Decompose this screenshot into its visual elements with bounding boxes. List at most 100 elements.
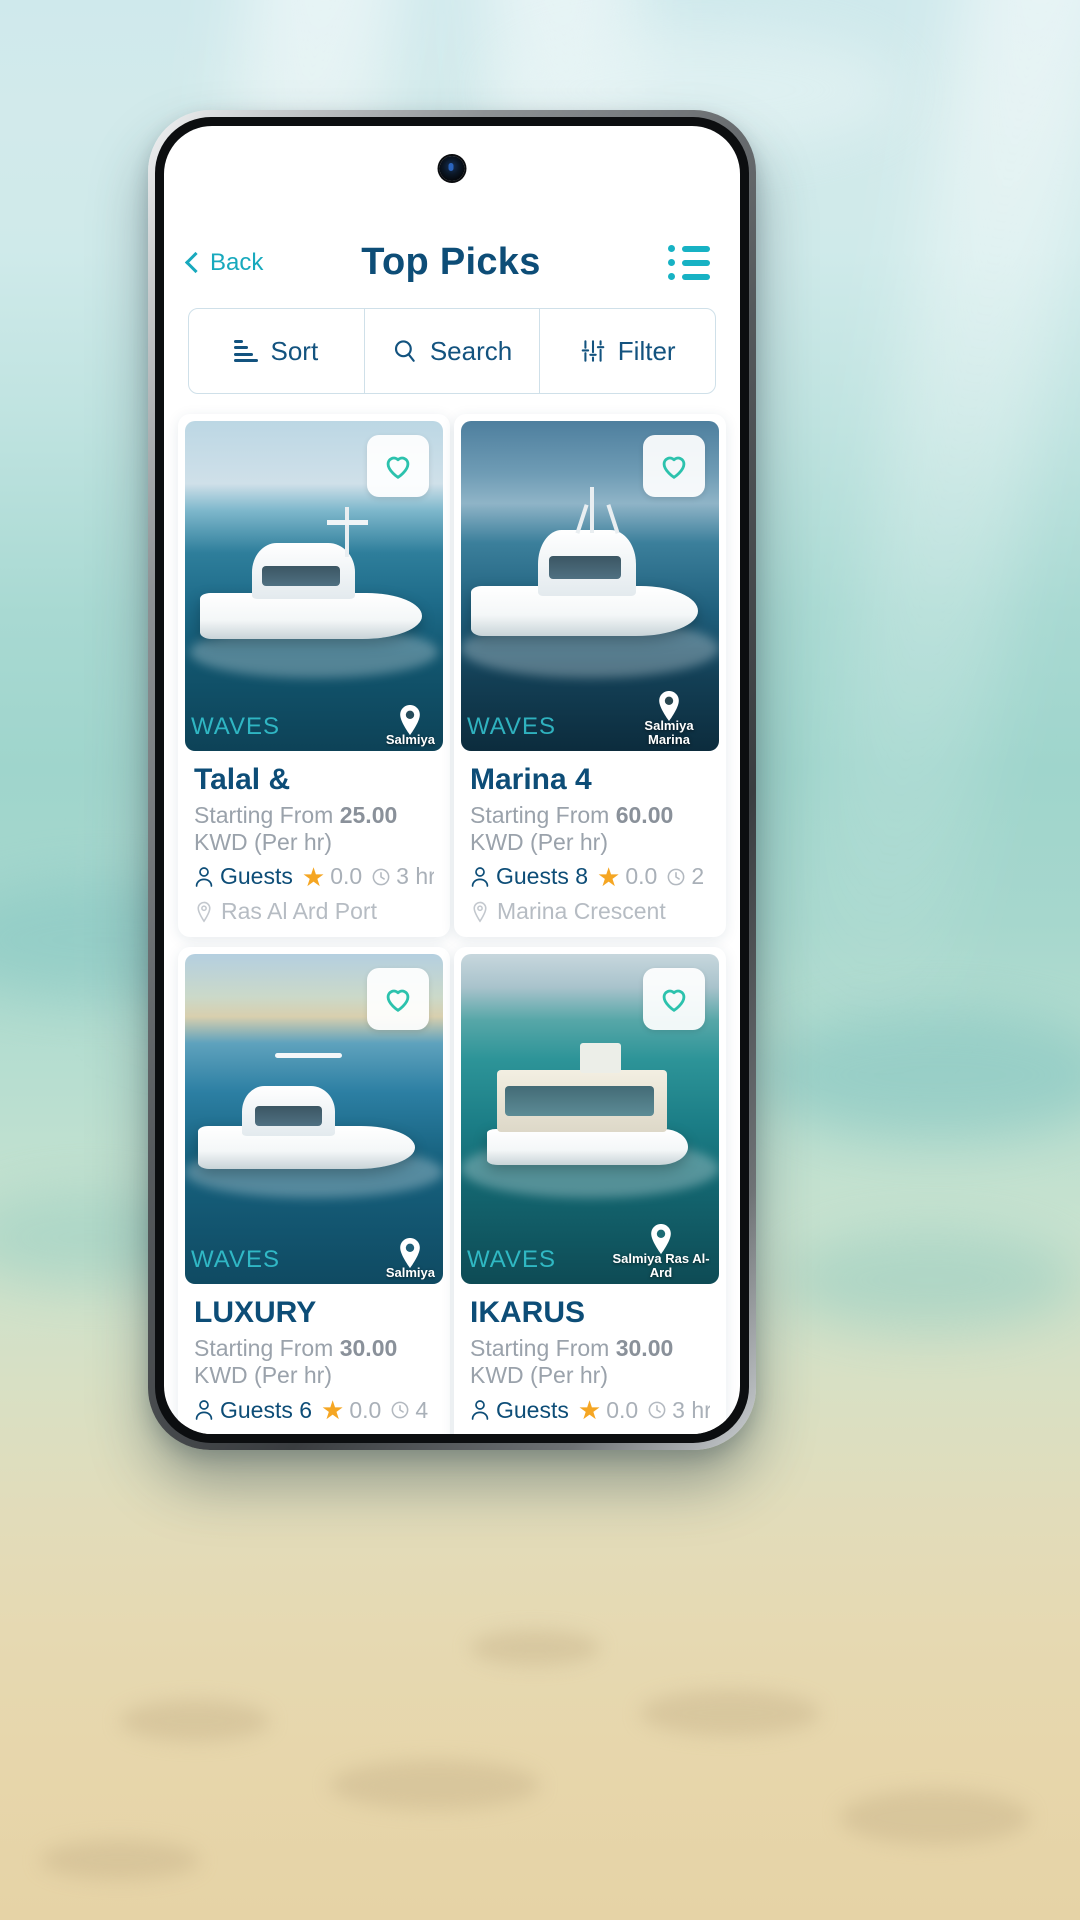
location-pin-icon: [473, 901, 487, 923]
rating-info: ★ 0.0: [321, 1397, 381, 1424]
sand-speck: [40, 1840, 200, 1880]
clock-icon: [648, 1401, 666, 1419]
duration-label: 4 hrs: [415, 1396, 434, 1423]
favorite-button[interactable]: [367, 435, 429, 497]
guests-info: Guests: [194, 863, 293, 890]
water-blob: [780, 1230, 1080, 1330]
rating-info: ★ 0.0: [597, 863, 657, 890]
listing-details: Marina 4 Starting From 60.00 KWD (Per hr…: [461, 751, 719, 925]
back-button[interactable]: Back: [184, 248, 338, 277]
location-label: Ras Al Ard Port: [221, 898, 377, 925]
listing-photo[interactable]: WAVES Salmiya Marina: [461, 421, 719, 751]
listing-card[interactable]: WAVES Salmiya Ras Al-Ard IKARUS Starting…: [454, 947, 726, 1434]
phone-bezel: Back Top Picks Sort Search Filter WAVES …: [155, 117, 749, 1443]
listing-location: Ras Al Ard Port: [470, 1432, 710, 1435]
price-amount: 60.00: [615, 802, 674, 828]
duration-label: 2 hrs: [691, 863, 710, 890]
filter-button[interactable]: Filter: [540, 309, 715, 393]
photo-location-label: Salmiya Ras Al-Ard: [612, 1251, 710, 1281]
favorite-button[interactable]: [643, 435, 705, 497]
search-icon: [392, 338, 418, 364]
price-prefix: Starting From: [194, 802, 340, 828]
watermark-logo: WAVES: [191, 1246, 281, 1274]
photo-location-tag: Salmiya: [386, 1238, 435, 1280]
photo-location-tag: Salmiya: [386, 704, 435, 747]
price-prefix: Starting From: [470, 802, 616, 828]
person-icon: [195, 1400, 213, 1420]
duration-label: 3 hrs: [672, 1396, 710, 1423]
watermark-logo: WAVES: [191, 713, 281, 740]
photo-location-tag: Salmiya Marina: [627, 690, 711, 747]
star-icon: ★: [577, 1396, 602, 1424]
listing-card[interactable]: WAVES Salmiya Marina Marina 4 Starting F…: [454, 414, 726, 938]
back-button-label: Back: [210, 248, 264, 276]
clock-icon: [391, 1401, 409, 1419]
listing-photo[interactable]: WAVES Salmiya Ras Al-Ard: [461, 954, 719, 1285]
price-suffix: KWD (Per hr): [194, 829, 332, 856]
rating-info: ★ 0.0: [302, 863, 362, 890]
listing-details: Talal & Starting From 25.00 KWD (Per hr): [185, 751, 443, 925]
price-suffix: KWD (Per hr): [470, 829, 608, 856]
sand-speck: [640, 1690, 820, 1736]
listing-photo[interactable]: WAVES Salmiya: [185, 954, 443, 1285]
listing-grid: WAVES Salmiya Talal & Starting From 25.0…: [178, 414, 726, 1434]
listing-card[interactable]: WAVES Salmiya LUXURY Starting From 30.00…: [178, 947, 450, 1434]
photo-location-label: Salmiya Marina: [644, 717, 694, 747]
map-pin-icon: [400, 704, 421, 735]
menu-button[interactable]: [564, 245, 714, 280]
listing-card[interactable]: WAVES Salmiya Talal & Starting From 25.0…: [178, 414, 450, 938]
location-pin-icon: [197, 901, 211, 923]
duration-label: 3 hrs: [396, 863, 434, 890]
watermark-logo: WAVES: [467, 713, 557, 740]
sand-speck: [840, 1790, 1030, 1845]
star-icon: ★: [321, 1396, 345, 1424]
price-amount: 30.00: [615, 1335, 674, 1362]
listing-meta: Guests 8 ★ 0.0 2: [470, 863, 710, 890]
favorite-button[interactable]: [643, 968, 705, 1031]
watermark-logo: WAVES: [467, 1246, 557, 1274]
listing-photo[interactable]: WAVES Salmiya: [185, 421, 443, 751]
heart-icon: [386, 456, 410, 479]
listing-details: IKARUS Starting From 30.00 KWD (Per hr): [461, 1284, 719, 1434]
sun-ray: [776, 0, 1080, 1084]
photo-location-label: Salmiya: [385, 1265, 435, 1281]
location-label: Ras Al Ard Port: [221, 1432, 377, 1435]
water-blob: [760, 1010, 1080, 1140]
person-icon: [195, 866, 213, 887]
sort-icon: [234, 339, 259, 363]
listing-details: LUXURY Starting From 30.00 KWD (Per hr): [185, 1284, 443, 1434]
search-button[interactable]: Search: [365, 309, 541, 393]
search-button-label: Search: [429, 335, 513, 366]
app-header: Back Top Picks: [164, 126, 740, 294]
duration-info: 3 hrs: [371, 863, 434, 890]
star-icon: ★: [301, 863, 326, 891]
page-title: Top Picks: [361, 241, 541, 283]
heart-icon: [662, 989, 686, 1012]
person-icon: [471, 866, 489, 887]
map-pin-icon: [651, 1224, 671, 1255]
rating-value: 0.0: [625, 863, 658, 890]
star-icon: ★: [597, 863, 621, 891]
map-pin-icon: [400, 1238, 421, 1269]
filter-toolbar: Sort Search Filter: [188, 308, 716, 394]
listing-title: Talal &: [194, 763, 291, 796]
guests-info: Guests: [470, 1397, 569, 1424]
list-menu-icon: [668, 245, 710, 280]
sand-speck: [330, 1760, 540, 1810]
listing-meta: Guests 6 ★ 0.0 4: [194, 1397, 434, 1424]
price-prefix: Starting From: [194, 1335, 340, 1362]
person-icon: [471, 1400, 489, 1420]
listing-price: Starting From 25.00 KWD (Per hr): [194, 802, 434, 856]
favorite-button[interactable]: [367, 968, 429, 1031]
listing-location: Ras Al Ard Port: [194, 1432, 434, 1435]
guests-label: Guests 8: [496, 863, 589, 890]
location-label: Ras Al Ard Port: [497, 1432, 653, 1435]
guests-info: Guests 6: [194, 1397, 312, 1424]
price-prefix: Starting From: [470, 1335, 616, 1362]
chevron-left-icon: [184, 251, 207, 274]
guests-label: Guests: [496, 1396, 569, 1423]
guests-info: Guests 8: [470, 863, 588, 890]
sort-button[interactable]: Sort: [189, 309, 365, 393]
rating-value: 0.0: [349, 1396, 382, 1423]
listing-price: Starting From 60.00 KWD (Per hr): [470, 802, 710, 856]
